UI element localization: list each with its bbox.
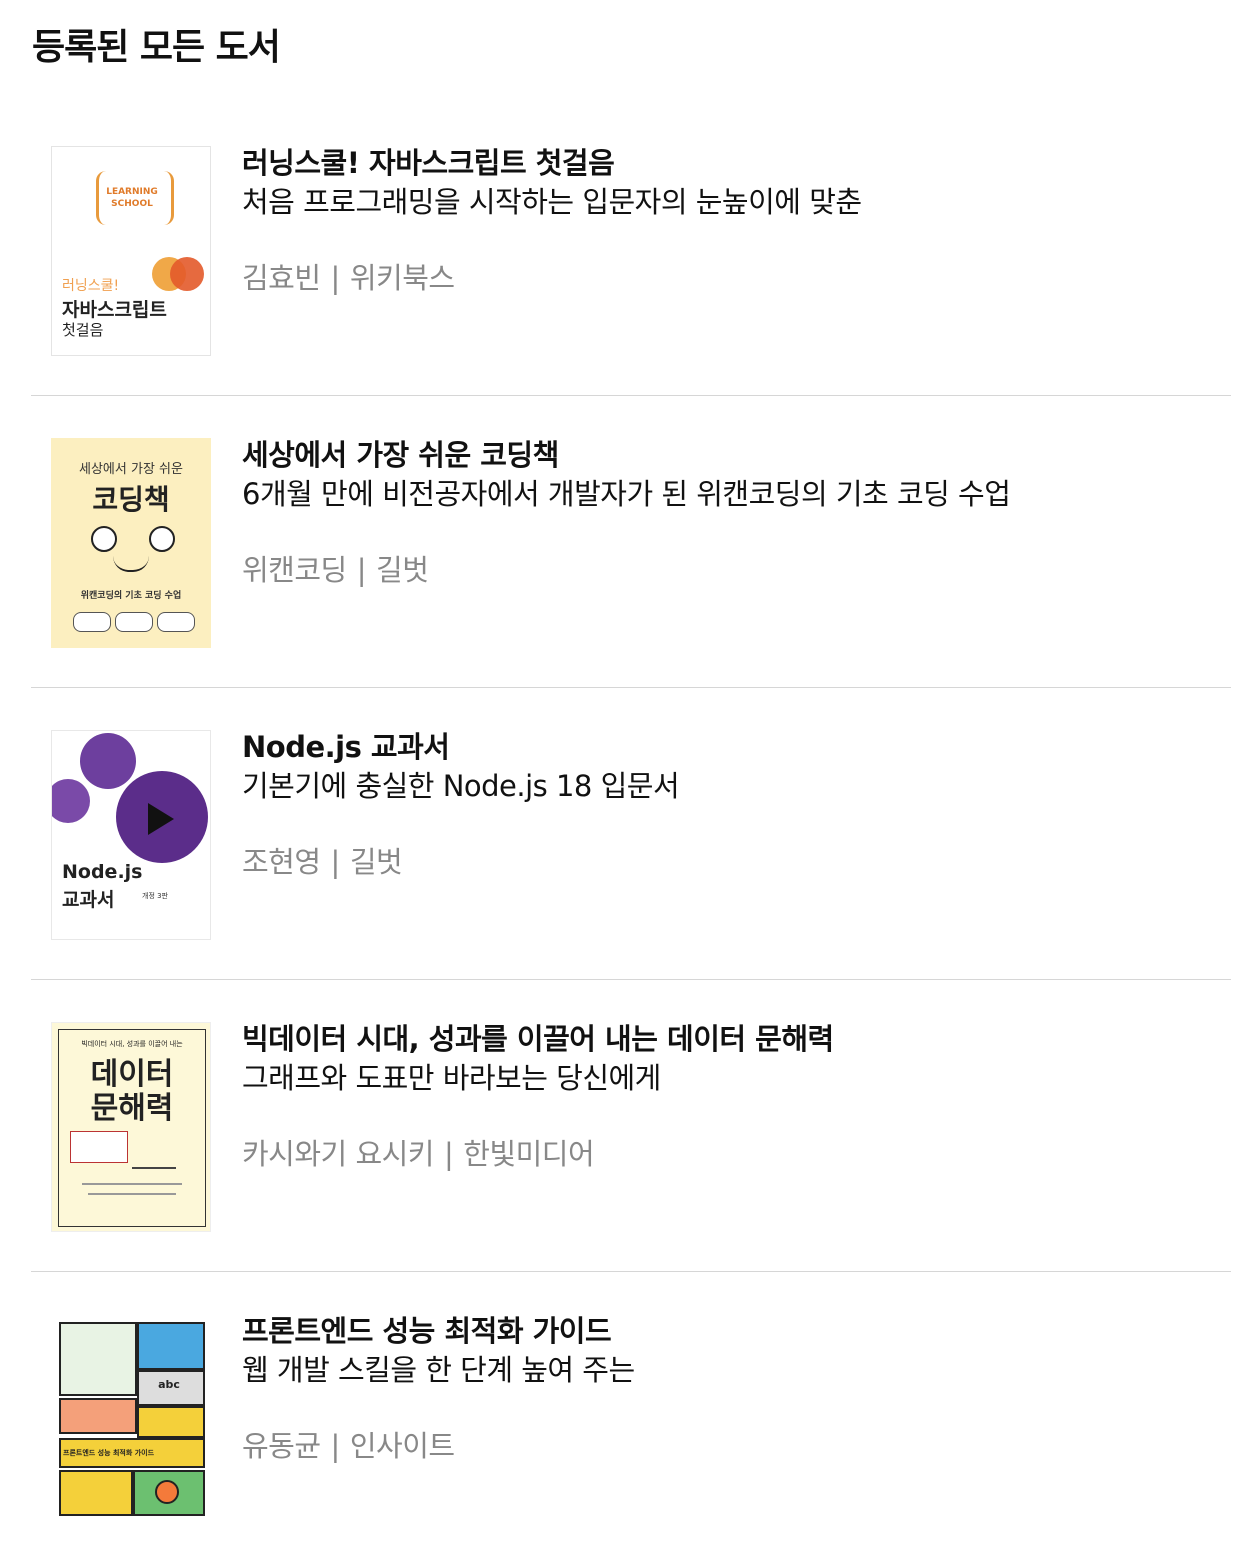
- book-author: 김효빈: [242, 261, 321, 295]
- book-subtitle: 기본기에 충실한 Node.js 18 입문서: [242, 769, 680, 803]
- cover-text: 세상에서 가장 쉬운: [79, 462, 183, 477]
- book-subtitle: 6개월 만에 비전공자에서 개발자가 된 위캔코딩의 기초 코딩 수업: [242, 477, 1011, 511]
- book-subtitle: 처음 프로그래밍을 시작하는 입문자의 눈높이에 맞춘: [242, 185, 862, 219]
- book-title[interactable]: 세상에서 가장 쉬운 코딩책: [242, 436, 1231, 474]
- cover-text: 첫걸음: [62, 321, 104, 339]
- book-info: 러닝스쿨! 자바스크립트 첫걸음 처음 프로그래밍을 시작하는 입문자의 눈높이…: [242, 144, 1231, 298]
- cover-text: 프론트엔드 성능 최적화 가이드: [63, 1449, 155, 1457]
- book-info: 프론트엔드 성능 최적화 가이드 웹 개발 스킬을 한 단계 높여 주는 유동균…: [242, 1312, 1231, 1466]
- cover-text: 문해력: [90, 1091, 174, 1126]
- book-cover-image[interactable]: LEARNING SCHOOL 러닝스쿨! 자바스크립트 첫걸음: [51, 146, 211, 356]
- book-cover-image[interactable]: 빅데이터 시대, 성과를 이끌어 내는 데이터 문해력: [51, 1022, 211, 1232]
- cover-text: 교과서: [62, 889, 115, 911]
- meta-separator: |: [443, 1137, 454, 1171]
- book-item[interactable]: Node.js 교과서 개정 3판 Node.js 교과서 기본기에 충실한 N…: [31, 688, 1231, 980]
- book-meta: 카시와기 요시키 | 한빛미디어: [242, 1134, 1231, 1174]
- cover-text: 빅데이터 시대, 성과를 이끌어 내는: [81, 1040, 183, 1048]
- book-info: 빅데이터 시대, 성과를 이끌어 내는 데이터 문해력 그래프와 도표만 바라보…: [242, 1020, 1231, 1174]
- cover-text: Node.js: [62, 861, 143, 883]
- cover-text: 러닝스쿨!: [62, 278, 120, 294]
- book-author: 유동균: [242, 1429, 321, 1463]
- page-title: 등록된 모든 도서: [32, 27, 281, 68]
- book-meta: 유동균 | 인사이트: [242, 1426, 1231, 1466]
- cover-text: 자바스크립트: [62, 299, 167, 321]
- book-meta: 위캔코딩 | 길벗: [242, 550, 1231, 590]
- cover-text: abc: [158, 1378, 180, 1391]
- book-cover-image[interactable]: 세상에서 가장 쉬운 코딩책 위캔코딩의 기초 코딩 수업: [51, 438, 211, 648]
- book-item[interactable]: abc 프론트엔드 성능 최적화 가이드 프론트엔드 성능 최적화 가이드 웹 …: [31, 1272, 1231, 1564]
- book-title[interactable]: 프론트엔드 성능 최적화 가이드: [242, 1312, 1231, 1350]
- book-cover-image[interactable]: abc 프론트엔드 성능 최적화 가이드: [51, 1314, 211, 1524]
- book-meta: 조현영 | 길벗: [242, 842, 1231, 882]
- book-author: 위캔코딩: [242, 553, 347, 587]
- book-item[interactable]: LEARNING SCHOOL 러닝스쿨! 자바스크립트 첫걸음 러닝스쿨! 자…: [31, 104, 1231, 396]
- meta-separator: |: [356, 553, 367, 587]
- meta-separator: |: [330, 1429, 341, 1463]
- book-title[interactable]: Node.js 교과서: [242, 728, 1231, 766]
- book-author: 조현영: [242, 845, 321, 879]
- book-author: 카시와기 요시키: [242, 1137, 434, 1171]
- book-cover-image[interactable]: Node.js 교과서 개정 3판: [51, 730, 211, 940]
- cover-text: 개정 3판: [142, 892, 168, 900]
- cover-text: 코딩책: [92, 483, 170, 516]
- book-publisher: 위키북스: [349, 261, 455, 295]
- book-title[interactable]: 러닝스쿨! 자바스크립트 첫걸음: [242, 144, 1231, 182]
- book-subtitle: 웹 개발 스킬을 한 단계 높여 주는: [242, 1353, 635, 1387]
- book-item[interactable]: 세상에서 가장 쉬운 코딩책 위캔코딩의 기초 코딩 수업 세상에서 가장 쉬운…: [31, 396, 1231, 688]
- book-info: 세상에서 가장 쉬운 코딩책 6개월 만에 비전공자에서 개발자가 된 위캔코딩…: [242, 436, 1231, 590]
- book-info: Node.js 교과서 기본기에 충실한 Node.js 18 입문서 조현영 |…: [242, 728, 1231, 882]
- book-publisher: 인사이트: [349, 1429, 455, 1463]
- book-publisher: 길벗: [349, 845, 403, 879]
- book-publisher: 한빛미디어: [463, 1137, 595, 1171]
- book-item[interactable]: 빅데이터 시대, 성과를 이끌어 내는 데이터 문해력 빅데이터 시대, 성과를…: [31, 980, 1231, 1272]
- cover-text: 위캔코딩의 기초 코딩 수업: [80, 591, 182, 601]
- book-title[interactable]: 빅데이터 시대, 성과를 이끌어 내는 데이터 문해력: [242, 1020, 1231, 1058]
- cover-text: LEARNING: [106, 187, 158, 197]
- meta-separator: |: [330, 845, 341, 879]
- meta-separator: |: [330, 261, 341, 295]
- book-list: LEARNING SCHOOL 러닝스쿨! 자바스크립트 첫걸음 러닝스쿨! 자…: [0, 104, 1254, 1564]
- book-subtitle: 그래프와 도표만 바라보는 당신에게: [242, 1061, 661, 1095]
- cover-text: SCHOOL: [111, 199, 153, 209]
- book-publisher: 길벗: [376, 553, 429, 587]
- book-meta: 김효빈 | 위키북스: [242, 258, 1231, 298]
